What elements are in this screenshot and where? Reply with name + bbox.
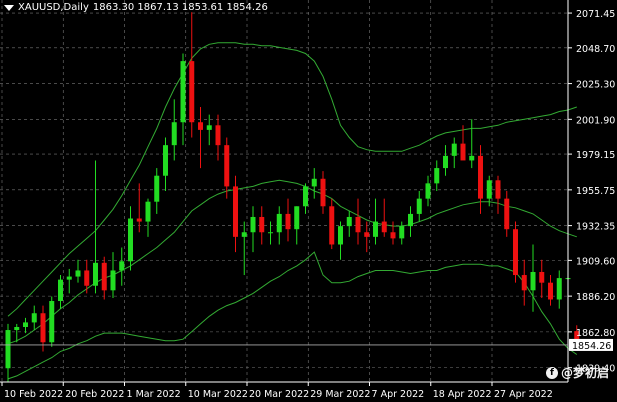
facebook-icon: f [545,366,558,379]
candle-body [355,216,361,233]
x-tick-label: 20 Feb 2022 [65,389,124,400]
candle-body [84,270,90,286]
candle-body [303,186,308,207]
y-tick-label: 2071.45 [576,9,615,20]
candle-body [539,271,545,283]
watermark-text: @梦初启 [560,366,609,380]
candle-body [171,122,177,146]
candle-body [198,122,203,130]
candle-body [259,216,265,233]
candle-body [311,178,317,187]
candle-body [556,278,562,300]
candle-body [224,145,230,187]
candle-body [381,221,387,233]
watermark: f @梦初启 [545,364,609,381]
candle-body [338,226,343,245]
candle-body [58,279,63,302]
candle-body [75,270,81,277]
y-tick-label: 1979.15 [576,150,615,161]
candle-body [285,213,291,230]
candle-body [31,313,37,323]
candle-body [110,270,116,291]
x-tick-label: 27 Apr 2022 [494,389,553,400]
candle-body [513,229,518,276]
candle-body [320,178,326,207]
candle-body [101,262,107,291]
candle-body [49,301,55,343]
candle-body [189,61,195,123]
candle-body [93,262,98,286]
candle-body [364,232,370,237]
candle-body [215,125,221,146]
price-chart[interactable]: 1839.401862.801886.201909.601932.351955.… [0,0,617,402]
y-tick-label: 2025.30 [576,80,615,91]
y-tick-label: 2001.90 [576,115,615,126]
x-tick-label: 29 Mar 2022 [310,389,370,400]
candle-body [241,232,247,237]
y-tick-label: 1932.35 [576,222,615,233]
candle-body [548,282,553,300]
x-tick-label: 1 Mar 2022 [127,389,181,400]
candle-body [451,143,457,156]
candle-body [486,180,492,199]
candle-body [23,322,28,327]
candle-body [5,330,11,369]
candle-body [425,183,431,199]
x-tick-label: 18 Apr 2022 [433,389,492,400]
y-tick-label: 2048.70 [576,44,615,55]
candle-body [416,198,422,214]
candle-body [14,326,20,331]
y-tick-label: 1955.75 [576,186,615,197]
x-tick-label: 10 Mar 2022 [188,389,248,400]
symbol-label: XAUUSD,Daily [18,2,89,13]
y-tick-label: 1909.60 [576,256,615,267]
candle-body [495,180,501,199]
candle-body [276,213,282,233]
candle-body [408,213,413,227]
current-price-label: 1854.26 [572,341,611,352]
candle-body [119,261,125,271]
candle-body [206,125,212,130]
candle-body [530,271,536,291]
ohlc-readout: 1863.30 1867.13 1853.61 1854.26 [92,2,268,13]
x-tick-label: 20 Mar 2022 [249,389,309,400]
candle-body [346,216,352,227]
candle-body [128,218,133,262]
candle-body [434,168,440,184]
candle-body [504,198,510,230]
triangle-down-icon[interactable] [4,4,14,11]
candle-body [268,232,273,234]
candle-body [154,175,160,202]
candle-body [373,221,378,237]
y-tick-label: 1862.80 [576,328,615,339]
candle-body [478,155,483,199]
y-tick-label: 1886.20 [576,292,615,303]
chart-header: XAUUSD,Daily 1863.30 1867.13 1853.61 185… [4,2,268,13]
candle-body [390,232,396,239]
candle-body [250,216,256,233]
candle-body [40,313,46,343]
candle-body [329,206,335,245]
candle-body [521,275,527,291]
candle-body [66,276,72,280]
candle-body [180,61,186,123]
candle-body [443,155,448,169]
candle-body [294,206,300,230]
candle-body [145,201,151,222]
candle-body [399,226,405,239]
candle-body [460,143,466,161]
candle-body [163,145,168,176]
candle-body [233,186,238,237]
candle-body [469,155,475,161]
x-tick-label: 7 Apr 2022 [372,389,425,400]
x-tick-label: 10 Feb 2022 [4,389,63,400]
candle-body [136,218,142,222]
